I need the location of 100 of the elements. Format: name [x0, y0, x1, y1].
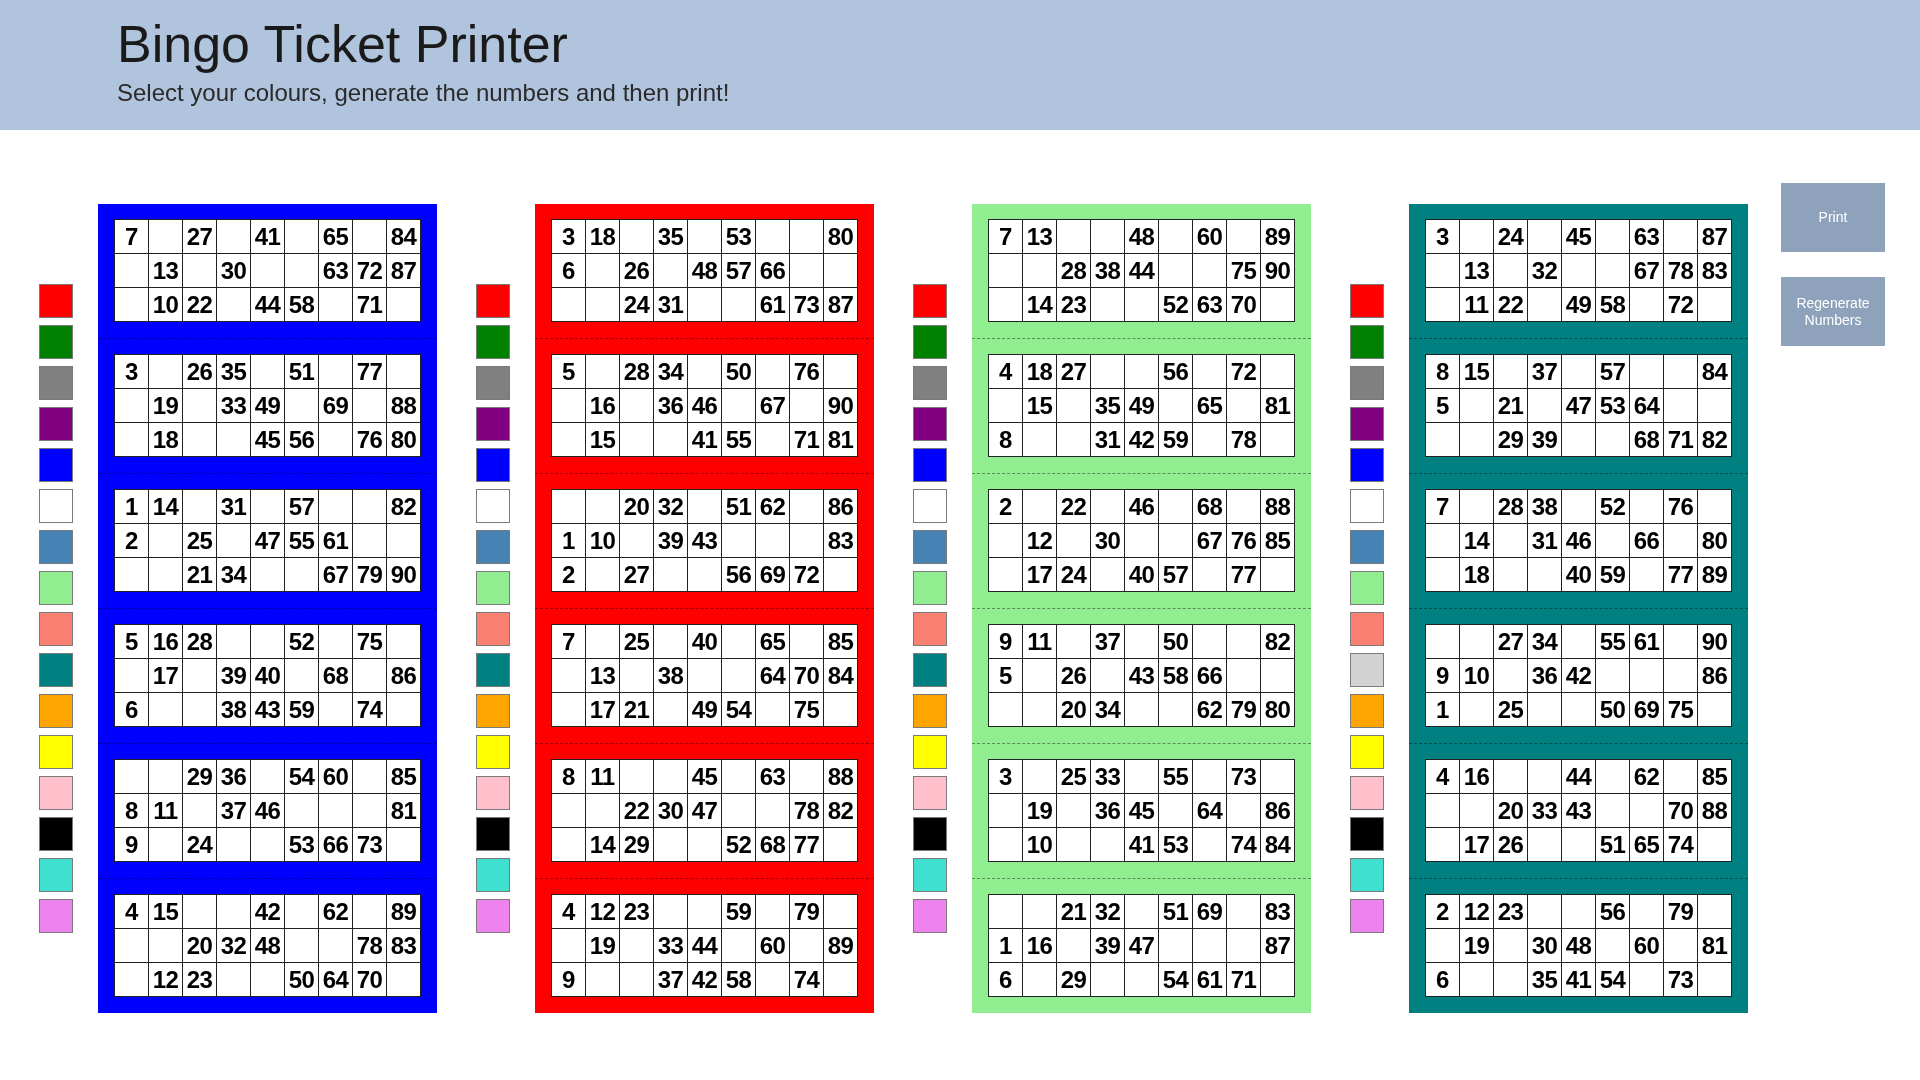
swatch-icon[interactable]	[476, 858, 510, 892]
swatch-icon[interactable]	[476, 530, 510, 564]
swatch-icon[interactable]	[1350, 448, 1384, 482]
swatch-icon[interactable]	[476, 694, 510, 728]
swatch-icon[interactable]	[476, 817, 510, 851]
swatch-icon[interactable]	[913, 817, 947, 851]
swatch-icon[interactable]	[913, 448, 947, 482]
swatch-icon[interactable]	[1350, 817, 1384, 851]
swatch-icon[interactable]	[913, 407, 947, 441]
swatch-icon[interactable]	[1350, 325, 1384, 359]
swatch-icon[interactable]	[39, 530, 73, 564]
ticket-number: 41	[1562, 963, 1595, 996]
swatch-icon[interactable]	[39, 612, 73, 646]
swatch-icon[interactable]	[913, 366, 947, 400]
swatch-icon[interactable]	[1350, 653, 1384, 687]
blank-cell	[824, 693, 857, 726]
ticket-number: 47	[1125, 929, 1158, 962]
swatch-icon[interactable]	[476, 366, 510, 400]
swatch-icon[interactable]	[1350, 612, 1384, 646]
swatch-icon[interactable]	[39, 325, 73, 359]
blank-cell	[756, 220, 789, 253]
swatch-icon[interactable]	[1350, 407, 1384, 441]
ticket-number: 78	[1227, 423, 1260, 456]
swatch-icon[interactable]	[476, 489, 510, 523]
blank-cell	[790, 389, 823, 422]
swatch-icon[interactable]	[913, 612, 947, 646]
swatch-icon[interactable]	[1350, 366, 1384, 400]
swatch-icon[interactable]	[913, 899, 947, 933]
ticket-number: 52	[1159, 288, 1192, 321]
ticket-number: 77	[790, 828, 823, 861]
swatch-icon[interactable]	[39, 694, 73, 728]
swatch-icon[interactable]	[39, 776, 73, 810]
blank-cell	[586, 355, 619, 388]
swatch-icon[interactable]	[913, 858, 947, 892]
blank-cell	[1159, 490, 1192, 523]
swatch-icon[interactable]	[913, 694, 947, 728]
swatch-icon[interactable]	[1350, 530, 1384, 564]
swatch-icon[interactable]	[476, 325, 510, 359]
blank-cell	[1664, 355, 1697, 388]
blank-cell	[1664, 929, 1697, 962]
swatch-icon[interactable]	[1350, 735, 1384, 769]
swatch-icon[interactable]	[39, 284, 73, 318]
swatch-icon[interactable]	[1350, 776, 1384, 810]
ticket-number: 35	[1091, 389, 1124, 422]
swatch-icon[interactable]	[39, 571, 73, 605]
ticket-number: 78	[790, 794, 823, 827]
swatch-icon[interactable]	[1350, 858, 1384, 892]
regenerate-numbers-button[interactable]: Regenerate Numbers	[1781, 277, 1885, 346]
swatch-icon[interactable]	[1350, 694, 1384, 728]
ticket-number: 45	[688, 760, 721, 793]
swatch-icon[interactable]	[1350, 899, 1384, 933]
swatch-icon[interactable]	[913, 653, 947, 687]
swatch-icon[interactable]	[476, 284, 510, 318]
swatch-icon[interactable]	[476, 899, 510, 933]
blank-cell	[552, 423, 585, 456]
swatch-icon[interactable]	[39, 489, 73, 523]
swatch-icon[interactable]	[913, 325, 947, 359]
swatch-icon[interactable]	[39, 735, 73, 769]
swatch-icon[interactable]	[39, 653, 73, 687]
swatch-icon[interactable]	[476, 571, 510, 605]
swatch-icon[interactable]	[39, 858, 73, 892]
swatch-icon[interactable]	[913, 571, 947, 605]
blank-cell	[1057, 794, 1090, 827]
swatch-icon[interactable]	[913, 489, 947, 523]
print-button[interactable]: Print	[1781, 183, 1885, 252]
swatch-icon[interactable]	[39, 407, 73, 441]
swatch-icon[interactable]	[913, 284, 947, 318]
blank-cell	[824, 355, 857, 388]
blank-cell	[1494, 760, 1527, 793]
swatch-icon[interactable]	[1350, 284, 1384, 318]
ticket-number: 89	[824, 929, 857, 962]
ticket-number: 11	[1460, 288, 1493, 321]
swatch-icon[interactable]	[476, 448, 510, 482]
blank-cell	[586, 558, 619, 591]
swatch-icon[interactable]	[476, 612, 510, 646]
ticket-number: 44	[1562, 760, 1595, 793]
swatch-icon[interactable]	[476, 407, 510, 441]
blank-cell	[1227, 625, 1260, 658]
swatch-icon[interactable]	[39, 899, 73, 933]
ticket-number: 35	[217, 355, 250, 388]
swatch-icon[interactable]	[476, 735, 510, 769]
swatch-icon[interactable]	[1350, 489, 1384, 523]
swatch-icon[interactable]	[913, 776, 947, 810]
swatch-icon[interactable]	[913, 530, 947, 564]
swatch-icon[interactable]	[476, 776, 510, 810]
blank-cell	[620, 659, 653, 692]
blank-cell	[688, 288, 721, 321]
ticket-number: 6	[1426, 963, 1459, 996]
ticket-number: 32	[217, 929, 250, 962]
blank-cell	[217, 625, 250, 658]
swatch-icon[interactable]	[39, 366, 73, 400]
swatch-icon[interactable]	[913, 735, 947, 769]
swatch-icon[interactable]	[39, 817, 73, 851]
swatch-icon[interactable]	[1350, 571, 1384, 605]
swatch-icon[interactable]	[39, 448, 73, 482]
ticket-number: 27	[1057, 355, 1090, 388]
blank-cell	[353, 490, 386, 523]
ticket-number: 35	[1528, 963, 1561, 996]
swatch-icon[interactable]	[476, 653, 510, 687]
ticket-number: 57	[722, 254, 755, 287]
